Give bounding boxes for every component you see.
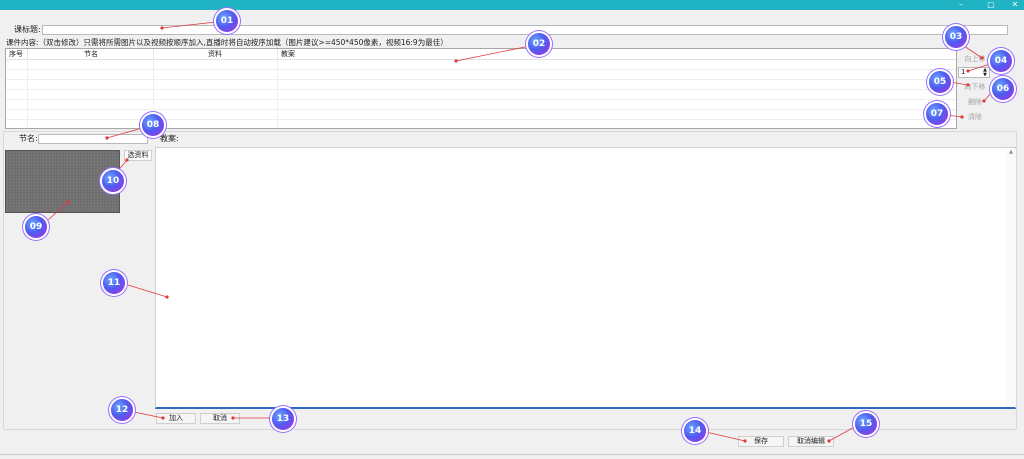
course-title-input[interactable] xyxy=(42,25,1008,35)
table-row[interactable] xyxy=(6,90,956,100)
maximize-icon[interactable]: ▢ xyxy=(982,0,1000,10)
annotation-badge: 14 xyxy=(684,420,706,442)
index-value: 1 xyxy=(961,68,966,76)
window-title-bar xyxy=(0,0,1024,10)
column-header-section[interactable]: 节名 xyxy=(28,49,154,59)
move-up-button[interactable]: 向上移 xyxy=(961,54,989,64)
table-header: 序号 节名 资料 教案 xyxy=(6,49,956,60)
index-spinbox[interactable]: 1 ▲ ▼ xyxy=(958,67,990,78)
annotation-badge: 01 xyxy=(216,10,238,32)
lesson-plan-label: 教案: xyxy=(160,134,179,143)
move-down-button[interactable]: 向下移 xyxy=(961,82,989,92)
clear-button[interactable]: 清除 xyxy=(961,112,989,122)
editor-scrollbar[interactable]: ▲ xyxy=(1006,149,1016,407)
status-divider xyxy=(0,454,1024,455)
select-material-button[interactable]: 选资料 xyxy=(124,150,152,161)
delete-button[interactable]: 删除 xyxy=(961,97,989,107)
cancel-edit-button[interactable]: 取消编辑 xyxy=(788,436,834,447)
spin-arrows-icon[interactable]: ▲ ▼ xyxy=(983,68,987,78)
table-row[interactable] xyxy=(6,60,956,70)
scroll-up-icon[interactable]: ▲ xyxy=(1006,149,1016,155)
annotation-badge: 02 xyxy=(528,33,550,55)
table-row[interactable] xyxy=(6,100,956,110)
annotation-badge: 09 xyxy=(25,216,47,238)
section-name-input[interactable] xyxy=(38,134,148,144)
annotation-badge: 05 xyxy=(929,71,951,93)
section-name-label: 节名: xyxy=(19,134,38,143)
cancel-button[interactable]: 取消 xyxy=(200,413,240,424)
table-row[interactable] xyxy=(6,70,956,80)
annotation-badge: 13 xyxy=(272,408,294,430)
lesson-plan-editor[interactable] xyxy=(155,147,1016,409)
annotation-badge: 03 xyxy=(945,26,967,48)
minimize-icon[interactable]: – xyxy=(952,0,970,10)
grid-line xyxy=(27,59,28,128)
save-button[interactable]: 保存 xyxy=(738,436,784,447)
annotation-badge: 06 xyxy=(992,78,1014,100)
add-button[interactable]: 加入 xyxy=(156,413,196,424)
annotation-badge: 12 xyxy=(111,399,133,421)
grid-line xyxy=(277,59,278,128)
column-header-index[interactable]: 序号 xyxy=(6,49,28,59)
content-label: 课件内容:（双击修改）只需将所需图片以及视频按顺序加入,直播时将自动按序加载（图… xyxy=(6,38,448,47)
annotation-badge: 08 xyxy=(142,114,164,136)
course-title-label: 课标题: xyxy=(14,25,41,34)
annotation-badge: 07 xyxy=(926,103,948,125)
column-header-lesson-plan[interactable]: 教案 xyxy=(278,49,956,59)
close-icon[interactable]: ✕ xyxy=(1006,0,1024,10)
annotation-badge: 04 xyxy=(990,50,1012,72)
annotation-badge: 11 xyxy=(103,272,125,294)
table-row[interactable] xyxy=(6,80,956,90)
annotation-badge: 15 xyxy=(855,413,877,435)
annotation-badge: 10 xyxy=(102,170,124,192)
column-header-material[interactable]: 资料 xyxy=(154,49,278,59)
